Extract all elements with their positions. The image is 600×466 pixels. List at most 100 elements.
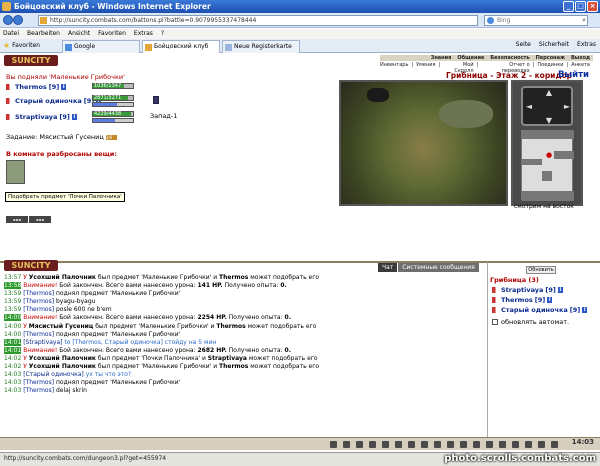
book-icon[interactable] [153, 96, 159, 104]
chat-text: Бой закончен. Всего вами нанесено урона: [57, 282, 198, 290]
favorites-button[interactable]: ★ Favoriten [3, 41, 40, 50]
chat-text[interactable]: [Старый одиночка] [23, 371, 84, 378]
chat-text[interactable]: [Thermos] [23, 387, 54, 394]
chat-time[interactable]: 13:57 [4, 274, 21, 281]
tab-google[interactable]: Google [62, 40, 140, 53]
toolbar-icon[interactable] [356, 440, 363, 448]
info-icon[interactable]: i [557, 287, 563, 293]
counter-banner[interactable]: ▪▪▪ [29, 216, 51, 223]
info-icon[interactable]: i [582, 307, 588, 313]
chat-time[interactable]: 14:03 [4, 387, 21, 394]
toolbar-icon[interactable] [421, 440, 428, 448]
chat-time[interactable]: 13:59 [4, 290, 21, 297]
checkbox[interactable] [492, 319, 498, 325]
refresh-button[interactable]: Обновить [526, 266, 556, 274]
close-button[interactable]: × [587, 1, 598, 12]
tab-chat[interactable]: Чат [378, 263, 398, 272]
menu-ansicht[interactable]: Ansicht [68, 29, 90, 39]
nav-skills[interactable]: Умения [416, 62, 435, 74]
player-row[interactable]: Straptivaya [9] i [6, 113, 77, 121]
chat-time[interactable]: 14:01 [4, 346, 22, 354]
toolbar-icon[interactable] [538, 440, 545, 448]
chat-time[interactable]: 14:00 [4, 323, 21, 330]
turn-right-icon[interactable]: ► [563, 103, 571, 111]
nav-knowledge[interactable]: Знания [431, 55, 452, 61]
back-icon[interactable] [3, 15, 13, 25]
toolbar-icon[interactable] [408, 440, 415, 448]
chat-time[interactable]: 13:58 [4, 282, 22, 290]
chat-text: Усохший Палочник [28, 363, 96, 371]
toolbar-icon[interactable] [473, 440, 480, 448]
dungeon-view[interactable] [339, 80, 508, 206]
toolbar-icon[interactable] [551, 440, 558, 448]
info-icon[interactable]: i [547, 297, 553, 303]
tools-menu[interactable]: Extras [577, 41, 596, 48]
chat-text: byagu-byagu [54, 298, 96, 306]
room-player[interactable]: Старый одиночка [9] i [492, 306, 588, 314]
chat-time[interactable]: 14:00 [4, 314, 22, 322]
chat-text[interactable]: [Thermos] [23, 379, 54, 386]
toolbar-icon[interactable] [395, 440, 402, 448]
player-row[interactable]: Старый одиночка [9] i [6, 97, 102, 105]
toolbar-icon[interactable] [447, 440, 454, 448]
forward-icon[interactable] [13, 15, 23, 25]
back-forward-buttons[interactable] [3, 15, 25, 26]
tab-new[interactable]: Neue Registerkarte [222, 40, 300, 53]
page-menu[interactable]: Seite [516, 41, 531, 48]
menu-help[interactable]: ? [161, 29, 164, 39]
chat-time[interactable]: 14:03 [4, 379, 21, 386]
nav-social[interactable]: Общение [457, 55, 484, 61]
menu-favoriten[interactable]: Favoriten [98, 29, 126, 39]
toolbar-icon[interactable] [343, 440, 350, 448]
nav-security[interactable]: Безопасность [490, 55, 529, 61]
toolbar-icon[interactable] [330, 440, 337, 448]
menu-bearbeiten[interactable]: Bearbeiten [27, 29, 60, 39]
player-row[interactable]: Thermos [9] i [6, 83, 67, 91]
nav-logout[interactable]: Выход [571, 55, 590, 61]
chat-text[interactable]: [Thermos] [23, 298, 54, 305]
minimize-button[interactable]: _ [563, 1, 574, 12]
counter-banner[interactable]: ▪▪▪ [6, 216, 28, 223]
chat-text[interactable]: [Thermos] [23, 331, 54, 338]
nav-character[interactable]: Персонаж [536, 55, 565, 61]
exit-link[interactable]: Выйти [558, 70, 589, 80]
search-icon[interactable]: ⌕ [582, 16, 586, 25]
chat-text[interactable]: [Thermos] [23, 290, 54, 297]
arrow-up-icon[interactable]: ▲ [545, 89, 553, 97]
toolbar-icon[interactable] [486, 440, 493, 448]
chat-time[interactable]: 14:03 [4, 371, 21, 378]
info-icon[interactable]: i [61, 84, 67, 90]
room-player[interactable]: Thermos [9] i [492, 296, 553, 304]
chat-line: 14:01 [Straptivaya] to [Thermos, Старый … [4, 338, 484, 347]
chat-time[interactable]: 14:01 [4, 338, 22, 346]
auto-refresh-toggle[interactable]: обновлять автомат. [492, 318, 569, 326]
tab-system[interactable]: Системные сообщения [398, 263, 479, 272]
chat-time[interactable]: 13:59 [4, 306, 21, 313]
arrow-down-icon[interactable]: ▼ [545, 117, 553, 125]
nav-inventory[interactable]: Инвентарь [380, 62, 408, 74]
chat-time[interactable]: 13:59 [4, 298, 21, 305]
room-player[interactable]: Straptivaya [9] i [492, 286, 563, 294]
toolbar-icon[interactable] [525, 440, 532, 448]
toolbar-icon[interactable] [512, 440, 519, 448]
chat-time[interactable]: 14:00 [4, 331, 21, 338]
safety-menu[interactable]: Sicherheit [539, 41, 569, 48]
menu-extras[interactable]: Extras [134, 29, 153, 39]
search-input[interactable]: Bing ⌕ [484, 15, 588, 26]
chat-text[interactable]: [Thermos] [23, 306, 54, 313]
chat-time[interactable]: 14:02 [4, 355, 21, 362]
info-icon[interactable]: i [71, 114, 77, 120]
chat-text[interactable]: [Straptivaya] [23, 339, 62, 346]
ground-item-icon[interactable] [6, 160, 25, 184]
address-input[interactable]: http://suncity.combats.com/battons.pl?ba… [38, 15, 478, 26]
turn-left-icon[interactable]: ◄ [525, 103, 533, 111]
maximize-button[interactable]: □ [575, 1, 586, 12]
toolbar-icon[interactable] [499, 440, 506, 448]
chat-time[interactable]: 14:02 [4, 363, 21, 370]
menu-datei[interactable]: Datei [3, 29, 19, 39]
tab-combats[interactable]: Бойцовский клуб [142, 40, 220, 53]
toolbar-icon[interactable] [369, 440, 376, 448]
toolbar-icon[interactable] [382, 440, 389, 448]
toolbar-icon[interactable] [460, 440, 467, 448]
toolbar-icon[interactable] [434, 440, 441, 448]
